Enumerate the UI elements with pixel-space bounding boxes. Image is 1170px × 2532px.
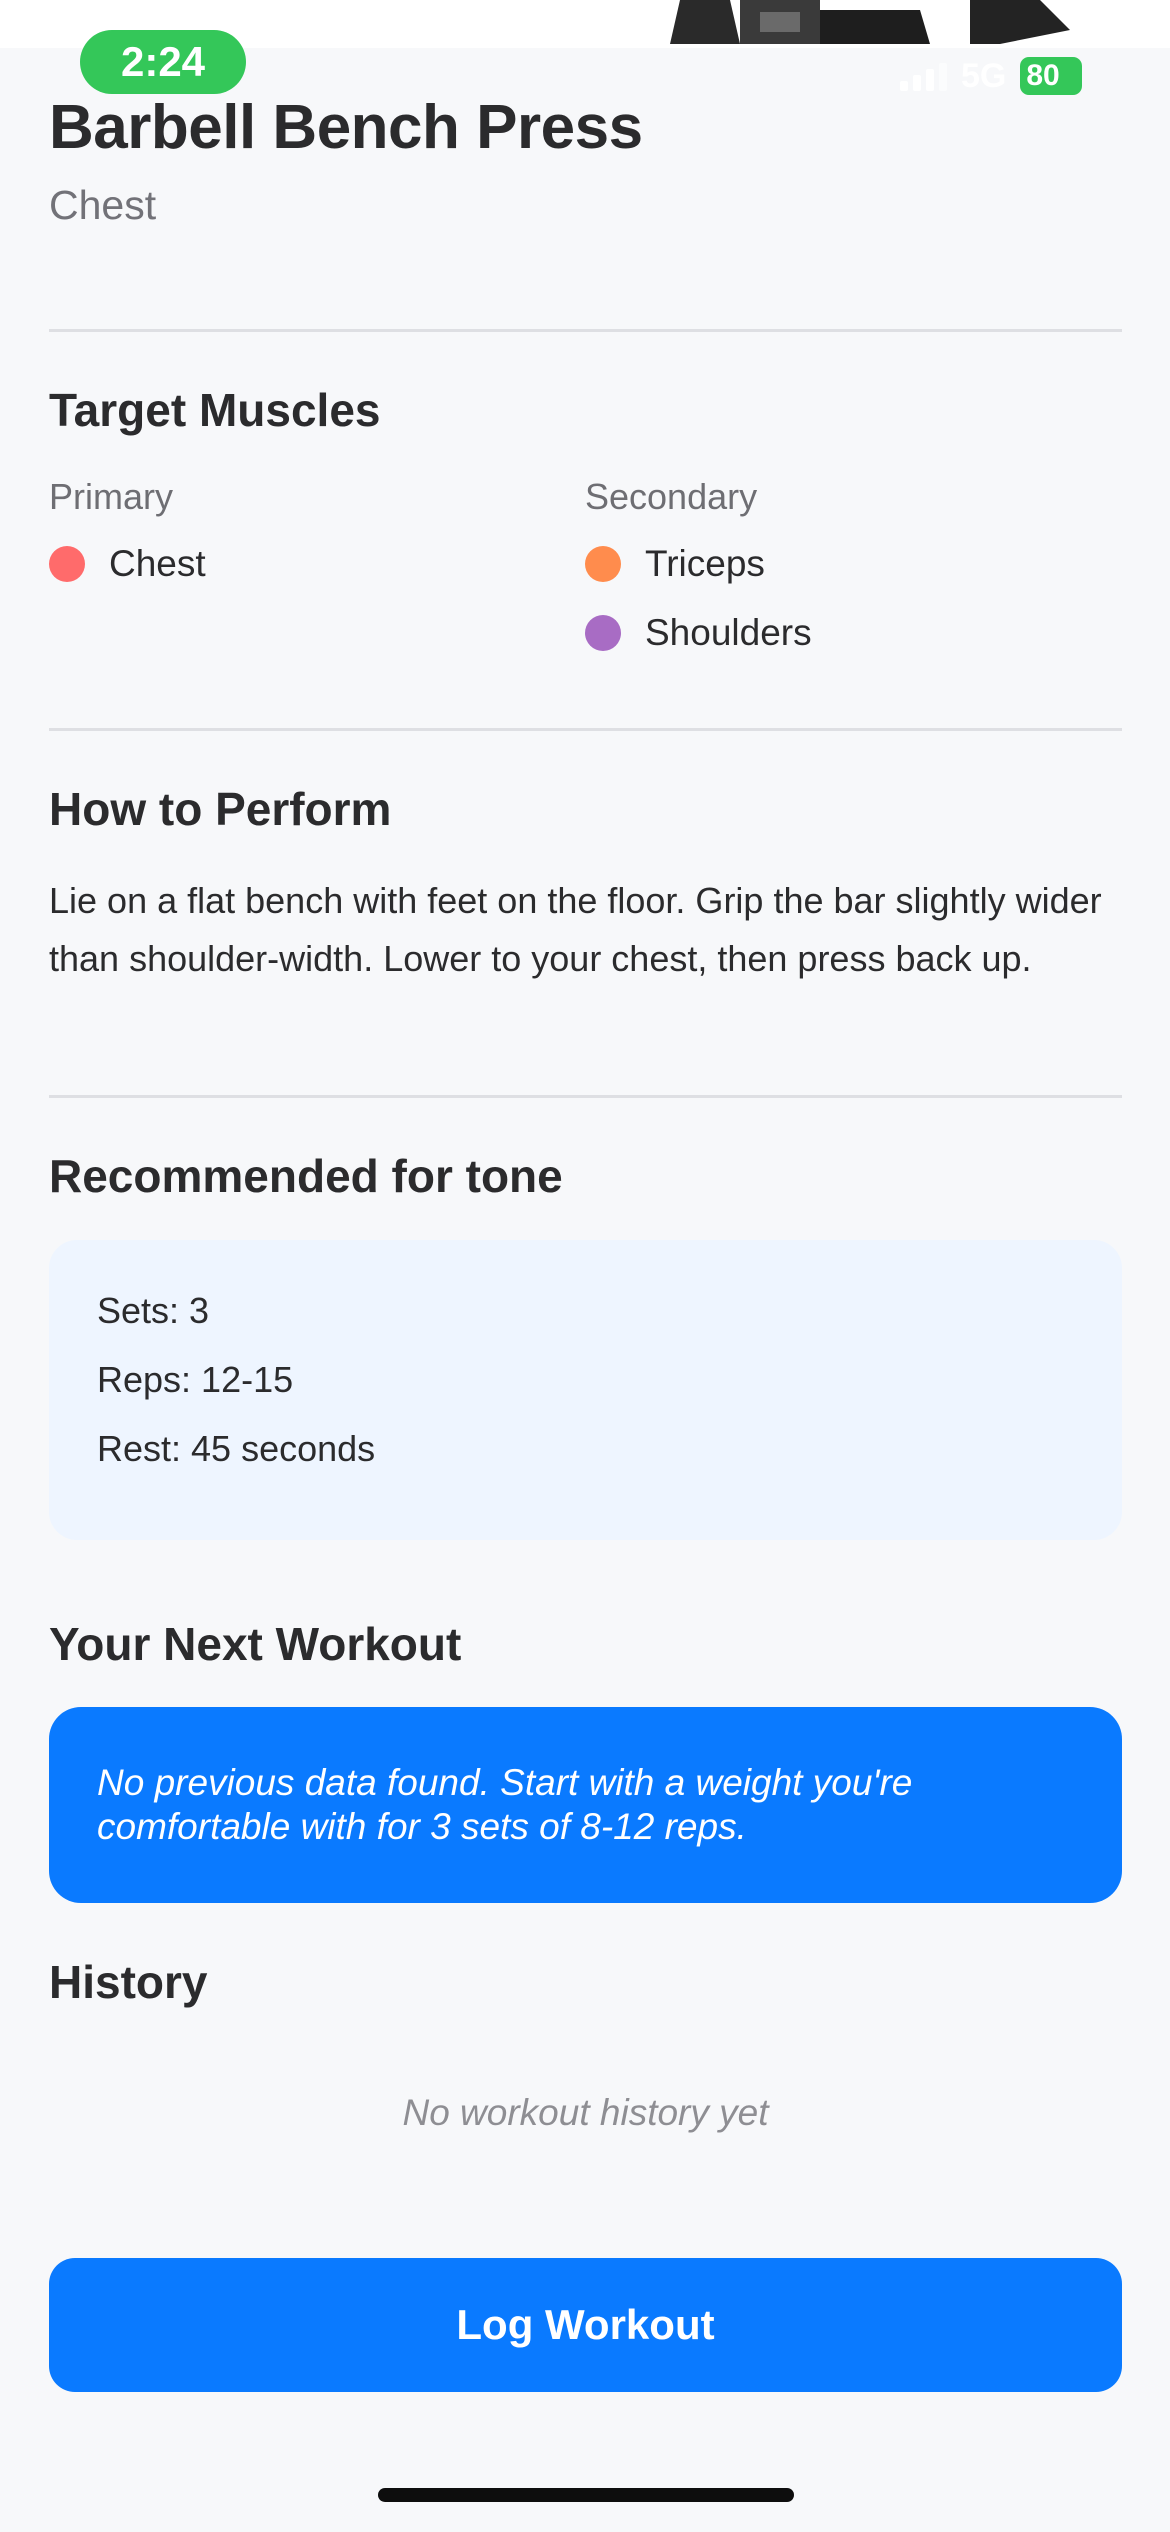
recommended-heading: Recommended for tone <box>49 1150 563 1202</box>
how-to-heading: How to Perform <box>49 783 392 835</box>
target-muscles-heading: Target Muscles <box>49 384 381 436</box>
exercise-title: Barbell Bench Press <box>49 93 643 162</box>
recommended-sets: Sets: 3 <box>97 1290 210 1331</box>
battery-icon: 80 <box>1020 57 1083 95</box>
divider <box>49 1095 1122 1098</box>
muscle-name: Triceps <box>645 543 765 584</box>
log-workout-button[interactable]: Log Workout <box>49 2258 1122 2392</box>
home-indicator[interactable] <box>378 2488 794 2502</box>
muscle-name: Chest <box>109 543 206 584</box>
muscle-color-dot <box>585 546 621 582</box>
history-empty-message: No workout history yet <box>402 2092 769 2133</box>
muscle-color-dot <box>585 615 621 651</box>
next-workout-card: No previous data found. Start with a wei… <box>49 1707 1122 1903</box>
exercise-category: Chest <box>49 182 157 228</box>
network-label: 5G <box>961 56 1007 95</box>
next-workout-message: No previous data found. Start with a wei… <box>97 1762 913 1847</box>
recommended-reps: Reps: 12-15 <box>97 1359 294 1400</box>
secondary-label: Secondary <box>585 476 758 517</box>
muscle-tag-chest: Chest <box>49 543 206 585</box>
how-to-description: Lie on a flat bench with feet on the flo… <box>49 880 1102 979</box>
primary-label: Primary <box>49 476 173 517</box>
exercise-photo <box>670 0 1080 44</box>
muscle-name: Shoulders <box>645 612 812 653</box>
recommended-rest: Rest: 45 seconds <box>97 1428 376 1469</box>
divider <box>49 728 1122 731</box>
status-time: 2:24 <box>80 30 246 94</box>
next-workout-heading: Your Next Workout <box>49 1618 462 1670</box>
signal-icon <box>900 61 947 91</box>
muscle-tag-shoulders: Shoulders <box>585 612 812 654</box>
status-indicators: 5G 80 <box>900 56 1083 96</box>
history-heading: History <box>49 1956 208 2008</box>
recommended-card: Sets: 3 Reps: 12-15 Rest: 45 seconds <box>49 1240 1122 1540</box>
divider <box>49 329 1122 332</box>
muscle-tag-triceps: Triceps <box>585 543 765 585</box>
muscle-color-dot <box>49 546 85 582</box>
